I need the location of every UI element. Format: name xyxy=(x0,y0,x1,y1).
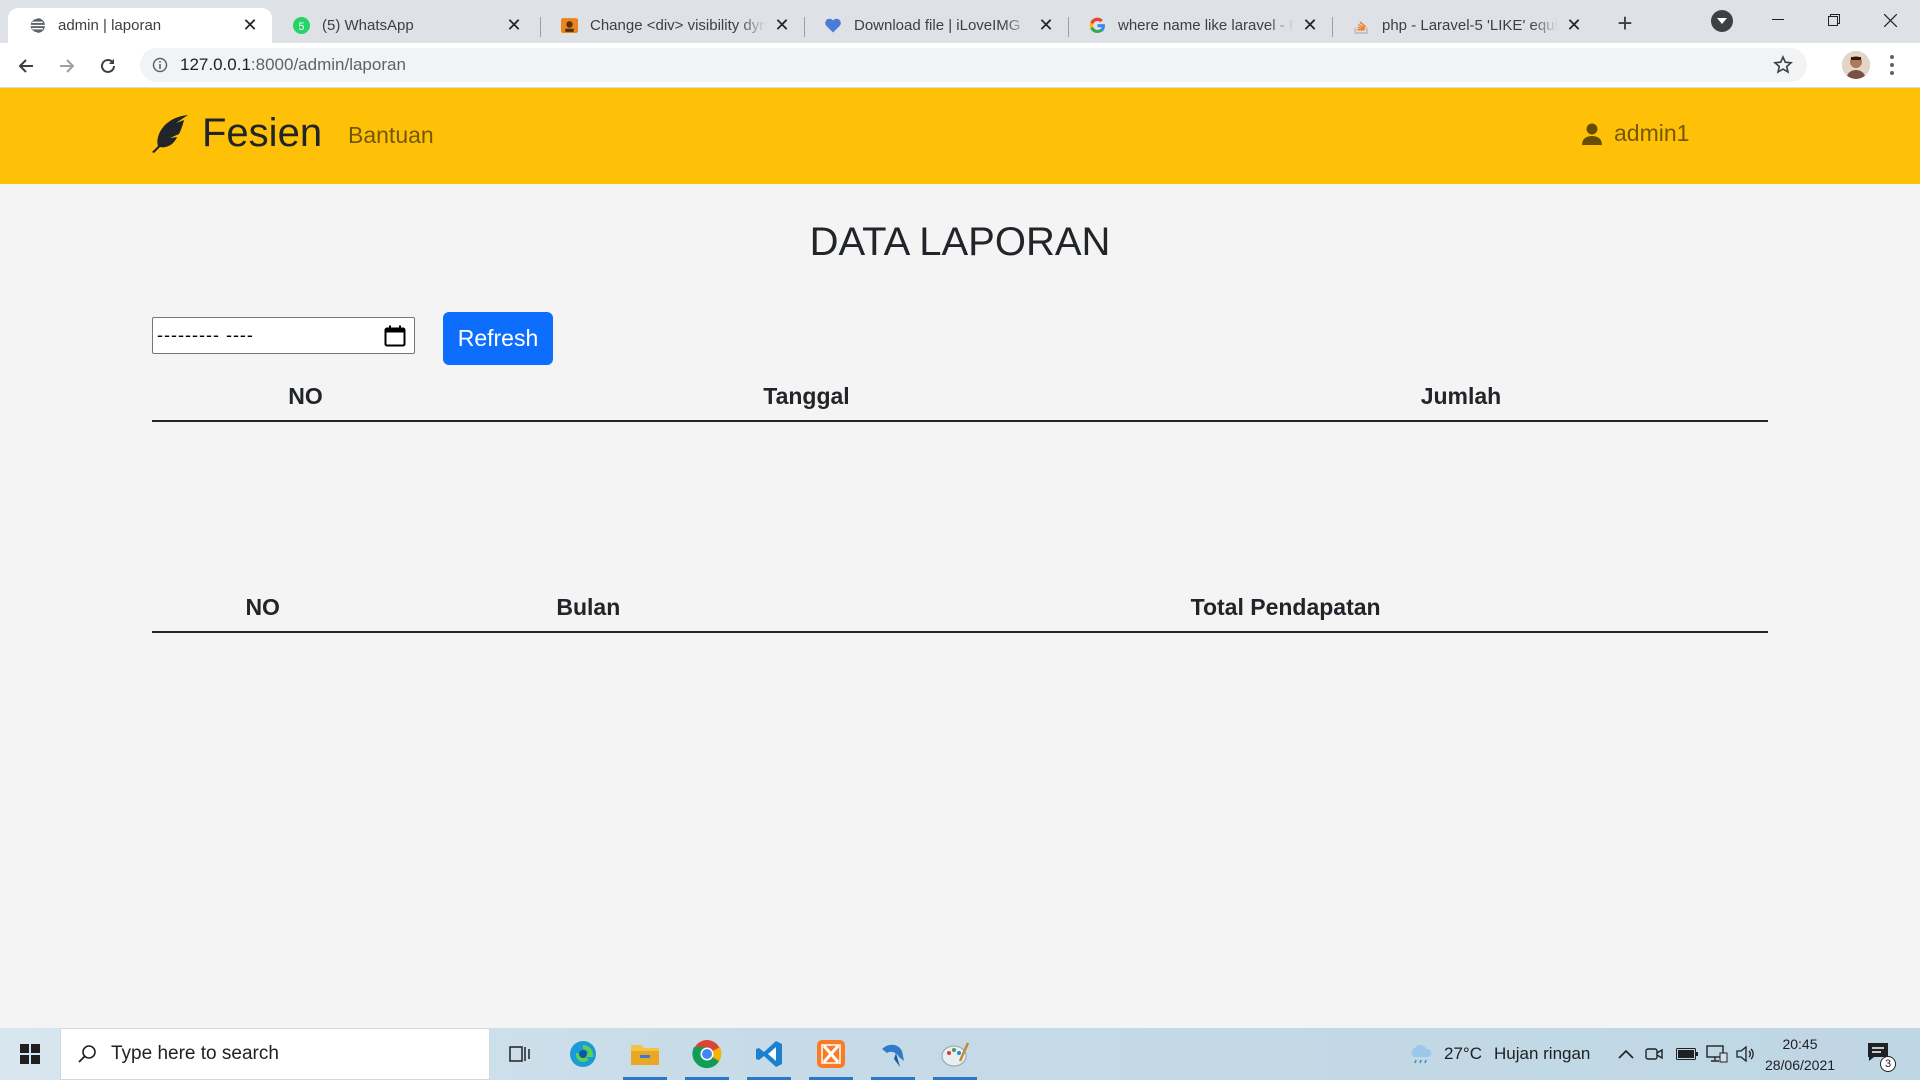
volume-icon[interactable] xyxy=(1736,1028,1756,1080)
reload-button[interactable] xyxy=(92,50,124,82)
date-input-value: --------- ---- xyxy=(157,325,254,345)
xampp-icon[interactable] xyxy=(806,1028,856,1080)
bookmark-star-icon[interactable] xyxy=(1773,55,1793,75)
refresh-button[interactable]: Refresh xyxy=(443,312,553,365)
battery-icon[interactable] xyxy=(1676,1028,1698,1080)
user-icon xyxy=(1582,123,1602,145)
app-navbar: Fesien Bantuan admin1 xyxy=(0,88,1920,184)
heart-icon xyxy=(824,17,842,35)
taskbar-search-placeholder: Type here to search xyxy=(111,1043,279,1064)
feather-icon xyxy=(152,115,188,153)
mysql-workbench-icon[interactable] xyxy=(868,1028,918,1080)
close-tab-icon[interactable]: ✕ xyxy=(1564,15,1584,36)
tab-title: Change <div> visibility dynamically xyxy=(590,17,766,34)
column-header-no: NO xyxy=(152,373,460,422)
laporan-bulanan-table: NO Bulan Total Pendapatan xyxy=(152,584,1768,633)
tab-title: php - Laravel-5 'LIKE' equivalent xyxy=(1382,17,1558,34)
clock-time: 20:45 xyxy=(1782,1036,1818,1052)
taskbar-clock[interactable]: 20:45 28/06/2021 xyxy=(1762,1034,1838,1076)
windows-logo-icon xyxy=(20,1044,40,1064)
close-window-button[interactable] xyxy=(1862,0,1918,40)
notification-count-badge: 3 xyxy=(1880,1056,1896,1072)
tab-title: where name like laravel - Penelusuran Go… xyxy=(1118,17,1294,34)
column-header-bulan: Bulan xyxy=(373,584,804,633)
svg-text:5: 5 xyxy=(298,21,304,33)
file-explorer-icon[interactable] xyxy=(620,1028,670,1080)
tab-title: admin | laporan xyxy=(58,17,162,34)
forward-button[interactable] xyxy=(51,50,83,82)
user-name: admin1 xyxy=(1614,120,1690,146)
stackoverflow-icon xyxy=(1352,17,1370,35)
calendar-icon[interactable] xyxy=(384,325,406,352)
table-header-row: NO Tanggal Jumlah xyxy=(152,373,1768,422)
close-tab-icon[interactable]: ✕ xyxy=(1300,15,1320,36)
info-icon[interactable] xyxy=(152,57,168,73)
date-input[interactable]: --------- ---- xyxy=(152,317,415,354)
chrome-icon[interactable] xyxy=(682,1028,732,1080)
weather-widget[interactable]: 27°C Hujan ringan xyxy=(1408,1028,1590,1080)
url-bar[interactable]: 127.0.0.1:8000/admin/laporan xyxy=(140,48,1807,82)
url-path: :8000/admin/laporan xyxy=(250,55,406,74)
whatsapp-icon: 5 xyxy=(292,17,310,35)
tab-ilovemg[interactable]: Download file | iLoveIMG ✕ xyxy=(804,8,1068,43)
clock-date: 28/06/2021 xyxy=(1764,1057,1836,1073)
task-view-icon[interactable] xyxy=(495,1028,545,1080)
show-hidden-icons-chevron-icon[interactable] xyxy=(1618,1028,1634,1080)
tab-title: (5) WhatsApp xyxy=(322,17,414,34)
edge-icon[interactable] xyxy=(558,1028,608,1080)
close-tab-icon[interactable]: ✕ xyxy=(504,15,524,36)
search-icon xyxy=(78,1045,96,1063)
column-header-tanggal: Tanggal xyxy=(459,373,1154,422)
tab-title: Download file | iLoveIMG xyxy=(854,17,1021,34)
page-title: DATA LAPORAN xyxy=(809,220,1111,264)
column-header-jumlah: Jumlah xyxy=(1153,373,1768,422)
table-header-row: NO Bulan Total Pendapatan xyxy=(152,584,1768,633)
tab-google-search[interactable]: where name like laravel - Penelusuran Go… xyxy=(1068,8,1332,43)
column-header-total-pendapatan: Total Pendapatan xyxy=(803,584,1768,633)
google-icon xyxy=(1088,17,1106,35)
restore-button[interactable] xyxy=(1806,0,1862,40)
windows-start-button[interactable] xyxy=(0,1028,60,1080)
vscode-icon[interactable] xyxy=(744,1028,794,1080)
new-tab-button[interactable]: + xyxy=(1611,8,1639,38)
back-button[interactable] xyxy=(10,50,42,82)
rain-cloud-icon xyxy=(1411,1044,1432,1064)
network-icon[interactable] xyxy=(1706,1028,1728,1080)
tab-change-div-visibility[interactable]: Change <div> visibility dynamically ✕ xyxy=(540,8,804,43)
meet-now-icon[interactable] xyxy=(1645,1028,1663,1080)
tab-admin-laporan[interactable]: admin | laporan ✕ xyxy=(8,8,272,43)
brand-link[interactable]: Fesien xyxy=(150,108,322,158)
codegrepper-icon xyxy=(560,17,578,35)
browser-tab-bar: admin | laporan ✕ 5 (5) WhatsApp ✕ Chang… xyxy=(0,0,1920,43)
brand-name: Fesien xyxy=(202,110,323,155)
nav-link-bantuan[interactable]: Bantuan xyxy=(348,122,434,149)
browser-menu-icon[interactable] xyxy=(1886,53,1898,77)
tab-whatsapp[interactable]: 5 (5) WhatsApp ✕ xyxy=(272,8,536,43)
column-header-no: NO xyxy=(152,584,374,633)
user-menu[interactable]: admin1 xyxy=(1582,120,1689,147)
windows-taskbar: Type here to search 27°C Hujan ringan 20… xyxy=(0,1028,1920,1080)
close-tab-icon[interactable]: ✕ xyxy=(1036,15,1056,36)
tab-search-icon[interactable] xyxy=(1711,10,1733,32)
weather-desc: Hujan ringan xyxy=(1493,1044,1591,1063)
paint-icon[interactable] xyxy=(930,1028,980,1080)
browser-toolbar: 127.0.0.1:8000/admin/laporan xyxy=(0,43,1920,88)
laporan-harian-table: NO Tanggal Jumlah xyxy=(152,373,1768,422)
tab-stackoverflow[interactable]: php - Laravel-5 'LIKE' equivalent ✕ xyxy=(1332,8,1596,43)
url-host: 127.0.0.1 xyxy=(180,55,251,74)
close-tab-icon[interactable]: ✕ xyxy=(240,15,260,36)
profile-avatar[interactable] xyxy=(1842,51,1870,79)
globe-icon xyxy=(28,17,46,35)
minimize-button[interactable] xyxy=(1750,0,1806,40)
close-tab-icon[interactable]: ✕ xyxy=(772,15,792,36)
taskbar-search-box[interactable]: Type here to search xyxy=(60,1028,490,1080)
weather-temp: 27°C xyxy=(1444,1044,1482,1063)
